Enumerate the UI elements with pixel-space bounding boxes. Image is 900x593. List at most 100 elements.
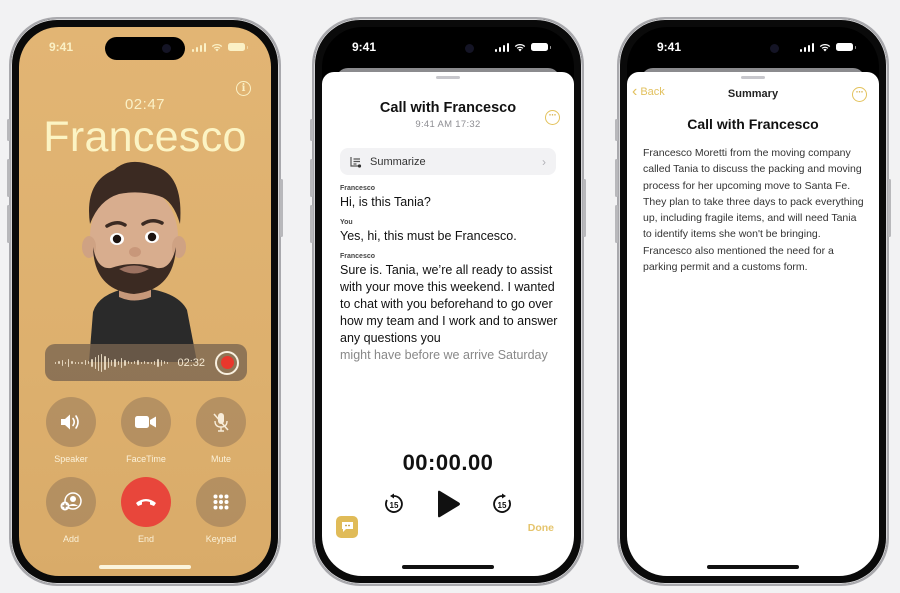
waveform-bar <box>111 359 113 366</box>
svg-text:15: 15 <box>498 501 507 510</box>
keypad-icon <box>213 494 229 510</box>
wifi-icon <box>514 43 526 51</box>
speaker-control[interactable]: Speaker <box>46 397 96 464</box>
speech-bubble-icon <box>341 522 353 532</box>
cellular-signal-icon <box>799 42 814 52</box>
keypad-control[interactable]: Keypad <box>196 477 246 544</box>
phone-hangup-icon <box>136 499 156 506</box>
end-call-control[interactable]: End <box>121 477 171 544</box>
mute-control[interactable]: Mute <box>196 397 246 464</box>
status-time: 9:41 <box>657 40 682 54</box>
more-options-button[interactable]: ··· <box>545 110 560 125</box>
waveform-bar <box>127 361 129 364</box>
waveform-bar <box>134 361 136 364</box>
skip-forward-button[interactable]: 15 <box>491 493 513 515</box>
waveform-bar <box>117 360 119 365</box>
summarize-button[interactable]: Summarize › <box>340 148 556 175</box>
info-button[interactable]: i <box>236 81 251 96</box>
add-call-control[interactable]: Add <box>46 477 96 544</box>
add-call-label: Add <box>62 534 79 544</box>
status-time: 9:41 <box>352 40 377 54</box>
waveform-bar <box>150 361 152 364</box>
status-time: 9:41 <box>49 40 74 54</box>
playback-controls: 15 15 <box>322 490 574 518</box>
svg-text:15: 15 <box>390 501 399 510</box>
utterance-text: Yes, hi, this must be Francesco. <box>340 229 517 243</box>
battery-icon <box>228 43 248 51</box>
waveform-bar <box>107 357 110 368</box>
wifi-icon <box>819 43 831 51</box>
home-indicator[interactable] <box>707 565 799 569</box>
summary-screen: 9:41 ‹ Back Summary ··· Call with France… <box>627 27 879 576</box>
speaker-name: Francesco <box>340 253 376 260</box>
home-indicator[interactable] <box>402 565 494 569</box>
waveform-bar <box>81 361 83 364</box>
utterance-text: Hi, is this Tania? <box>340 195 431 209</box>
more-options-button[interactable]: ··· <box>852 87 867 102</box>
keypad-button[interactable] <box>196 477 246 527</box>
summarize-label: Summarize <box>370 155 426 168</box>
stop-recording-button[interactable] <box>215 350 239 375</box>
done-button[interactable]: Done <box>528 522 554 534</box>
transcript-entry: You Yes, hi, this must be Francesco. <box>340 219 560 245</box>
transcript-subtitle: 9:41 AM 17:32 <box>415 119 481 130</box>
transcript-title: Call with Francesco <box>379 100 517 116</box>
add-call-button[interactable] <box>46 477 96 527</box>
end-call-button[interactable] <box>121 477 171 527</box>
speaker-icon <box>61 414 79 430</box>
summary-sheet: ‹ Back Summary ··· Call with Francesco F… <box>627 72 879 576</box>
sheet-grabber[interactable] <box>436 76 460 79</box>
waveform-bar <box>120 357 123 368</box>
waveform-bar <box>163 361 166 364</box>
action-button <box>7 119 10 141</box>
waveform-bar <box>101 353 103 372</box>
speaker-label: Speaker <box>54 454 88 464</box>
transcript-entry: Francesco Sure is. Tania, we’re all read… <box>340 253 560 364</box>
speaker-button[interactable] <box>46 397 96 447</box>
waveform-bar <box>71 361 73 364</box>
mute-button[interactable] <box>196 397 246 447</box>
video-camera-icon <box>135 416 156 428</box>
playback-time: 00:00.00 <box>402 450 494 475</box>
volume-up-button <box>310 159 313 197</box>
waveform-bar <box>114 358 116 367</box>
facetime-button[interactable] <box>121 397 171 447</box>
play-button[interactable] <box>435 490 461 518</box>
skip-back-button[interactable]: 15 <box>383 493 405 515</box>
transcript-entry: Francesco Hi, is this Tania? <box>340 185 560 211</box>
facetime-control[interactable]: FaceTime <box>121 397 171 464</box>
speaker-name: Francesco <box>340 185 376 192</box>
waveform-bar <box>144 361 146 364</box>
end-call-label: End <box>137 534 154 544</box>
facetime-label: FaceTime <box>126 454 166 464</box>
utterance-text: Sure is. Tania, we’re all ready to assis… <box>340 263 558 345</box>
action-button <box>615 119 618 141</box>
waveform-bar <box>160 359 162 366</box>
phone-call-screen: 9:41 i 02:47 Francesco 02:32 Speaker Fac… <box>7 17 283 586</box>
wifi-icon <box>211 43 223 51</box>
volume-down-button <box>7 205 10 243</box>
waveform-bar <box>97 354 100 371</box>
status-bar: 9:41 <box>627 27 879 67</box>
waveform-bar <box>153 360 156 365</box>
home-indicator[interactable] <box>99 565 191 569</box>
skip-forward-15-icon: 15 <box>493 493 511 513</box>
summarize-icon <box>350 156 362 168</box>
battery-icon <box>531 43 551 51</box>
waveform-bar <box>130 361 133 364</box>
volume-up-button <box>615 159 618 197</box>
recording-duration: 02:32 <box>177 356 205 369</box>
call-recording-bar: 02:32 <box>45 344 247 381</box>
sheet-grabber[interactable] <box>741 76 765 79</box>
waveform-bar <box>68 358 70 367</box>
utterance-text-faded: might have before we arrive Saturday <box>340 348 548 362</box>
waveform-bar <box>74 361 77 364</box>
keypad-label: Keypad <box>205 534 237 544</box>
transcript-sheet: Call with Francesco 9:41 AM 17:32 ··· Su… <box>322 72 574 576</box>
mute-label: Mute <box>210 454 231 464</box>
volume-down-button <box>615 205 618 243</box>
mic-slash-icon <box>213 413 229 432</box>
waveform-bar <box>167 361 169 364</box>
transcript-toggle-button[interactable] <box>336 516 358 538</box>
waveform-bar <box>104 355 106 370</box>
